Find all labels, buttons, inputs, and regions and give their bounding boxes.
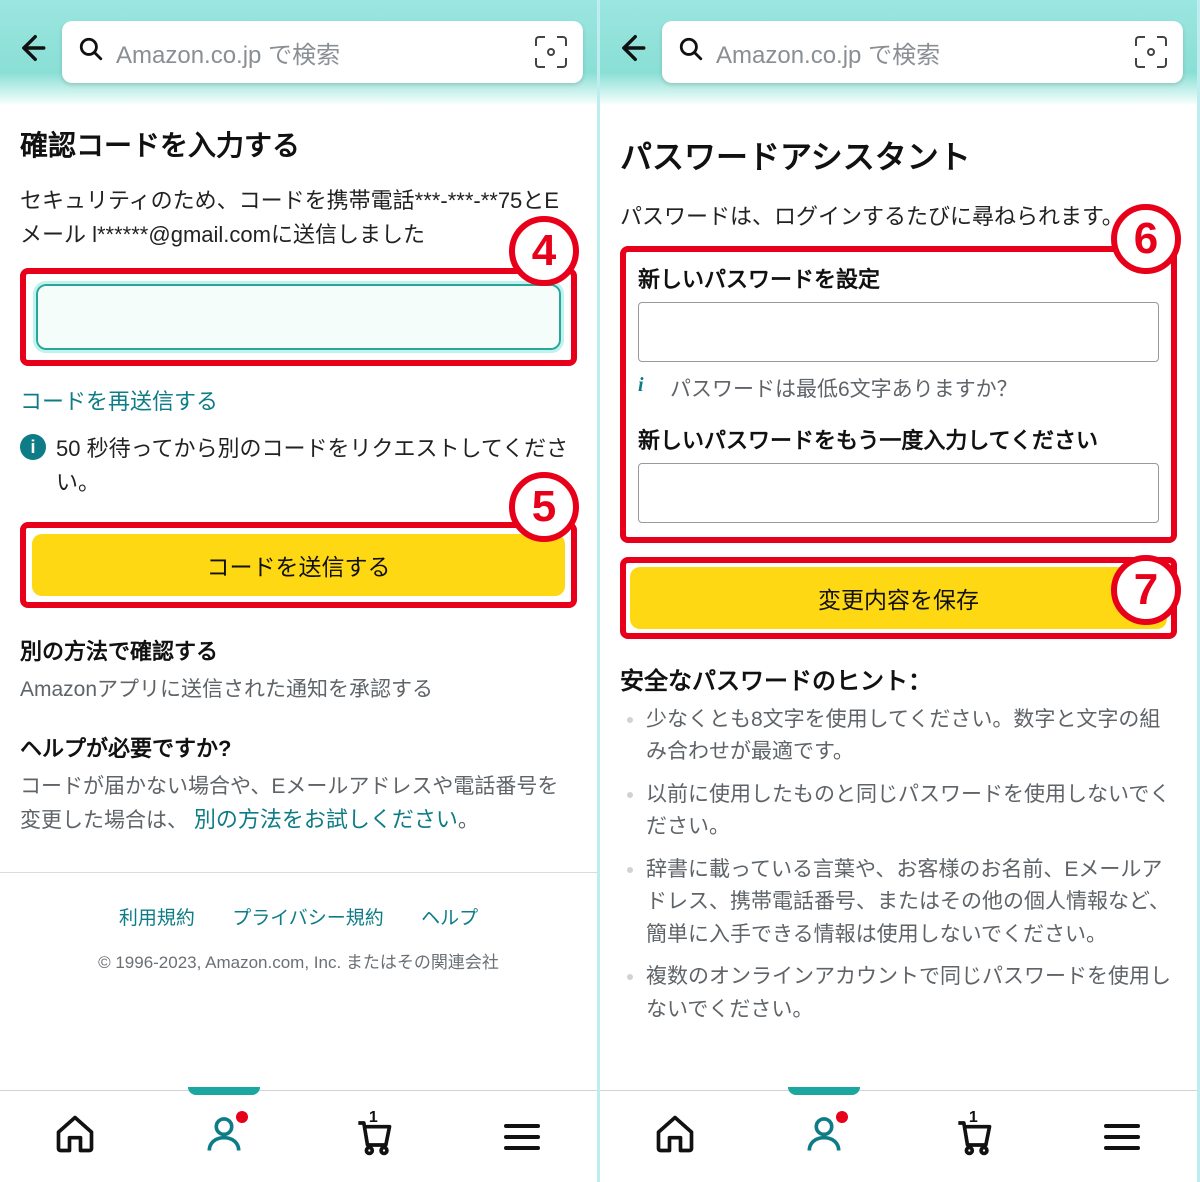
alt-method-header: 別の方法で確認する xyxy=(20,634,577,666)
notification-dot-icon xyxy=(236,1111,248,1123)
nav-home[interactable] xyxy=(35,1091,115,1182)
nav-home[interactable] xyxy=(635,1091,715,1182)
divider xyxy=(0,872,597,873)
password-tip: 複数のオンラインアカウントで同じパスワードを使用しないでください。 xyxy=(646,961,1177,1026)
search-placeholder: Amazon.co.jp で検索 xyxy=(716,35,1123,70)
annotation-badge: 6 xyxy=(1111,204,1181,274)
confirm-password-input[interactable] xyxy=(638,463,1159,523)
password-min-hint: パスワードは最低6文字ありますか？ xyxy=(670,374,1018,407)
page-title: 確認コードを入力する xyxy=(20,124,577,164)
annotation-badge: 4 xyxy=(509,216,579,286)
menu-icon xyxy=(504,1124,540,1150)
annotation-box-5: 5 コードを送信する xyxy=(20,522,577,608)
nav-account[interactable] xyxy=(184,1091,264,1182)
footer-terms-link[interactable]: 利用規約 xyxy=(119,908,195,929)
nav-account[interactable] xyxy=(784,1091,864,1182)
description-text: セキュリティのため、コードを携帯電話***-***-**75とEメール l***… xyxy=(20,184,577,252)
footer-privacy-link[interactable]: プライバシー規約 xyxy=(232,908,384,929)
back-icon[interactable] xyxy=(614,31,648,74)
page-title: パスワードアシスタント xyxy=(620,132,1177,178)
footer-links: 利用規約 プライバシー規約 ヘルプ xyxy=(20,903,577,930)
new-password-label: 新しいパスワードを設定 xyxy=(638,262,1159,294)
annotation-box-7: 7 変更内容を保存 xyxy=(620,557,1177,639)
search-icon xyxy=(678,36,704,69)
copyright-text: © 1996-2023, Amazon.com, Inc. またはその関連会社 xyxy=(20,948,577,973)
password-tip: 以前に使用したものと同じパスワードを使用しないでください。 xyxy=(646,779,1177,844)
bottom-nav: 1 xyxy=(0,1090,597,1182)
nav-cart[interactable]: 1 xyxy=(333,1091,413,1182)
wait-info-row: i 50 秒待ってから別のコードをリクエストしてください。 xyxy=(20,432,577,500)
scan-icon[interactable] xyxy=(1135,36,1167,68)
bottom-nav: 1 xyxy=(600,1090,1197,1182)
cart-count-badge: 1 xyxy=(369,1109,378,1127)
tips-header: 安全なパスワードのヒント： xyxy=(620,661,1177,696)
top-bar: Amazon.co.jp で検索 xyxy=(600,0,1197,104)
submit-code-button[interactable]: コードを送信する xyxy=(32,534,565,596)
password-tips-list: 少なくとも8文字を使用してください。数字と文字の組み合わせが最適です。 以前に使… xyxy=(620,704,1177,1027)
search-field[interactable]: Amazon.co.jp で検索 xyxy=(62,21,583,83)
home-icon xyxy=(653,1112,697,1161)
search-field[interactable]: Amazon.co.jp で検索 xyxy=(662,21,1183,83)
screen-password-assistant: Amazon.co.jp で検索 パスワードアシスタント パスワードは、ログイン… xyxy=(600,0,1200,1182)
footer-help-link[interactable]: ヘルプ xyxy=(421,908,478,929)
home-icon xyxy=(53,1112,97,1161)
alt-method-text: Amazonアプリに送信された通知を承認する xyxy=(20,674,577,707)
info-icon: i xyxy=(20,434,46,460)
menu-icon xyxy=(1104,1124,1140,1150)
password-tip: 辞書に載っている言葉や、お客様のお名前、Eメールアドレス、携帯電話番号、またはそ… xyxy=(646,854,1177,952)
wait-info-text: 50 秒待ってから別のコードをリクエストしてください。 xyxy=(56,432,577,500)
nav-menu[interactable] xyxy=(482,1091,562,1182)
resend-code-link[interactable]: コードを再送信する xyxy=(20,389,218,414)
search-icon xyxy=(78,36,104,69)
password-tip: 少なくとも8文字を使用してください。数字と文字の組み合わせが最適です。 xyxy=(646,704,1177,769)
description-text: パスワードは、ログインするたびに尋ねられます。 xyxy=(620,200,1177,234)
save-changes-button[interactable]: 変更内容を保存 xyxy=(630,567,1167,629)
annotation-badge: 5 xyxy=(509,472,579,542)
help-header: ヘルプが必要ですか? xyxy=(20,731,577,763)
cart-count-badge: 1 xyxy=(969,1109,978,1127)
confirm-password-label: 新しいパスワードをもう一度入力してください xyxy=(638,423,1159,455)
scan-icon[interactable] xyxy=(535,36,567,68)
verification-code-input[interactable] xyxy=(36,284,561,350)
top-bar: Amazon.co.jp で検索 xyxy=(0,0,597,104)
annotation-badge: 7 xyxy=(1111,555,1181,625)
help-alt-link[interactable]: 別の方法をお試しください xyxy=(194,807,458,832)
search-placeholder: Amazon.co.jp で検索 xyxy=(116,35,523,70)
notification-dot-icon xyxy=(836,1111,848,1123)
new-password-input[interactable] xyxy=(638,302,1159,362)
screen-enter-code: Amazon.co.jp で検索 確認コードを入力する セキュリティのため、コー… xyxy=(0,0,600,1182)
nav-menu[interactable] xyxy=(1082,1091,1162,1182)
nav-cart[interactable]: 1 xyxy=(933,1091,1013,1182)
annotation-box-4: 4 xyxy=(20,268,577,366)
info-icon: i xyxy=(638,374,660,396)
help-text: コードが届かない場合や、Eメールアドレスや電話番号を変更した場合は、 別の方法を… xyxy=(20,771,577,838)
back-icon[interactable] xyxy=(14,31,48,74)
annotation-box-6: 6 新しいパスワードを設定 i パスワードは最低6文字ありますか？ 新しいパスワ… xyxy=(620,246,1177,543)
